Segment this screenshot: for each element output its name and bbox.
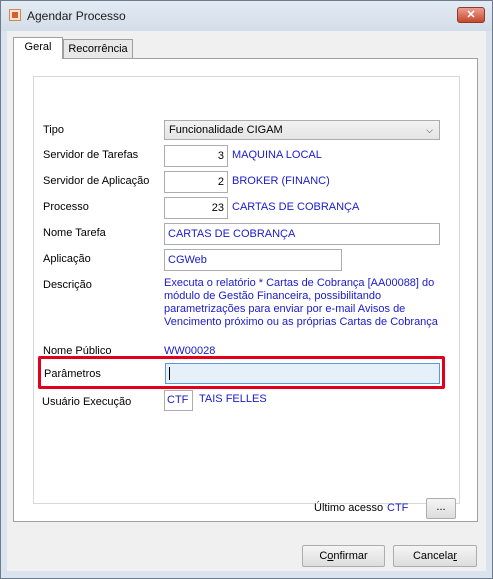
descricao-label: Descrição bbox=[43, 279, 92, 291]
cancelar-label-part: Cancela bbox=[412, 550, 454, 562]
aplicacao-label: Aplicação bbox=[43, 253, 91, 265]
ultimo-acesso-value: CTF bbox=[387, 502, 409, 514]
parametros-label: Parâmetros bbox=[44, 368, 101, 380]
agendar-processo-window: Agendar Processo ✕ Geral Recorrência Tip… bbox=[0, 0, 493, 579]
processo-code-input[interactable]: 23 bbox=[164, 197, 228, 219]
tipo-label: Tipo bbox=[43, 124, 64, 136]
dialog-body: Geral Recorrência Tipo Funcionalidade CI… bbox=[7, 31, 486, 571]
processo-label: Processo bbox=[43, 201, 89, 213]
parametros-input[interactable] bbox=[165, 363, 440, 384]
servidor-aplicacao-name: BROKER (FINANC) bbox=[232, 175, 330, 187]
servidor-tarefas-name: MAQUINA LOCAL bbox=[232, 149, 322, 161]
tab-geral[interactable]: Geral bbox=[13, 37, 63, 59]
usuario-execucao-name: TAIS FELLES bbox=[199, 393, 267, 405]
usuario-execucao-code-input[interactable]: CTF bbox=[164, 390, 193, 411]
tipo-selected-value: Funcionalidade CIGAM bbox=[169, 124, 283, 136]
tab-panel-geral: Tipo Funcionalidade CIGAM ⌵ Servidor de … bbox=[13, 58, 478, 522]
chevron-down-icon[interactable]: ⌵ bbox=[426, 121, 433, 139]
descricao-text: Executa o relatório * Cartas de Cobrança… bbox=[164, 277, 438, 328]
tipo-select[interactable]: Funcionalidade CIGAM ⌵ bbox=[164, 120, 440, 140]
aplicacao-input[interactable]: CGWeb bbox=[164, 249, 342, 271]
close-button[interactable]: ✕ bbox=[457, 7, 485, 23]
title-bar[interactable]: Agendar Processo ✕ bbox=[1, 1, 492, 31]
app-icon bbox=[9, 9, 21, 21]
servidor-aplicacao-label: Servidor de Aplicação bbox=[43, 175, 150, 187]
confirmar-button[interactable]: Confirmar bbox=[302, 545, 385, 567]
nome-tarefa-input[interactable]: CARTAS DE COBRANÇA bbox=[164, 223, 440, 245]
cancelar-button[interactable]: Cancelar bbox=[393, 545, 477, 567]
processo-name: CARTAS DE COBRANÇA bbox=[232, 201, 360, 213]
window-title: Agendar Processo bbox=[27, 9, 126, 23]
usuario-execucao-label: Usuário Execução bbox=[42, 396, 132, 408]
ultimo-acesso-ellipsis-button[interactable]: ... bbox=[426, 498, 456, 519]
servidor-tarefas-code-input[interactable]: 3 bbox=[164, 145, 228, 167]
servidor-tarefas-label: Servidor de Tarefas bbox=[43, 149, 139, 161]
confirmar-label-part: nfirmar bbox=[333, 550, 368, 562]
text-caret bbox=[169, 367, 170, 380]
ultimo-acesso-label: Último acesso bbox=[314, 502, 384, 514]
servidor-aplicacao-code-input[interactable]: 2 bbox=[164, 171, 228, 193]
tab-recorrencia[interactable]: Recorrência bbox=[63, 39, 133, 59]
cancelar-accesskey: r bbox=[453, 550, 458, 562]
nome-tarefa-label: Nome Tarefa bbox=[43, 227, 106, 239]
